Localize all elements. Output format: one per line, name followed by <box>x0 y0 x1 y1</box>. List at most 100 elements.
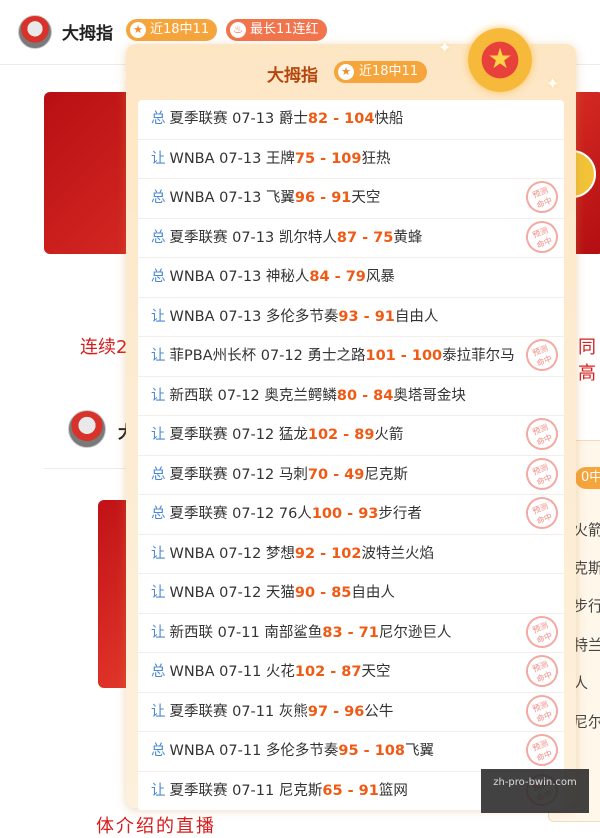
watermark: zh-pro-bwin.com <box>481 769 589 813</box>
score: 83 - 71 <box>322 624 379 641</box>
away-team: 自由人 <box>394 308 439 325</box>
score: 75 - 109 <box>294 150 362 167</box>
prediction-row[interactable]: 总 WNBA 07-13 神秘人84 - 79风暴 <box>138 258 564 298</box>
prediction-row[interactable]: 总夏季联赛 07-13 凯尔特人87 - 75黄蜂 预测 命中 <box>138 215 564 258</box>
hit-stamp-icon: 预测命中 <box>521 492 563 534</box>
league: 新西联 <box>169 624 214 641</box>
prediction-row[interactable]: 总 WNBA 07-11 多伦多节奏95 - 108飞翼 预测 命中 <box>138 729 564 772</box>
hit-stamp-icon: 预测命中 <box>521 610 563 653</box>
prediction-row[interactable]: 让 WNBA 07-13 王牌75 - 109狂热 <box>138 140 564 179</box>
score: 82 - 104 <box>307 111 375 127</box>
prediction-row[interactable]: 让 WNBA 07-13 多伦多节奏93 - 91自由人 <box>138 298 564 337</box>
prediction-row[interactable]: 总夏季联赛 07-12 76人100 - 93步行者 预测 命中 <box>138 492 564 535</box>
prediction-row[interactable]: 总 WNBA 07-13 飞翼96 - 91天空 预测 命中 <box>138 176 564 219</box>
league: WNBA <box>169 150 215 167</box>
home-team: 飞翼 <box>265 190 295 206</box>
home-team: 火花 <box>265 664 295 680</box>
prediction-row[interactable]: 让新西联 07-11 南部鲨鱼83 - 71尼尔逊巨人 预测 命中 <box>138 610 564 653</box>
prediction-row[interactable]: 总夏季联赛 07-12 马刺70 - 49尼克斯 预测 命中 <box>138 452 564 495</box>
league: WNBA <box>169 269 215 285</box>
score: 102 - 87 <box>294 664 362 680</box>
home-team: 南部鲨鱼 <box>264 624 323 641</box>
match-date: 07-13 <box>232 111 275 127</box>
away-team: 公牛 <box>364 703 394 720</box>
home-team: 梦想 <box>265 545 295 562</box>
bet-type: 让 <box>151 782 166 799</box>
bet-type: 让 <box>151 585 166 601</box>
prediction-row[interactable]: 让夏季联赛 07-11 灰熊97 - 96公牛 预测 命中 <box>138 689 564 732</box>
hit-stamp-icon: 预测命中 <box>521 176 563 218</box>
home-team: 多伦多节奏 <box>265 743 339 759</box>
away-team: 快船 <box>374 111 404 127</box>
hit-stamp-icon: 预测命中 <box>521 650 563 692</box>
league: WNBA <box>169 308 215 325</box>
home-team: 天猫 <box>265 585 295 601</box>
home-team: 凯尔特人 <box>278 229 337 246</box>
hit-stamp-icon: 预测命中 <box>521 729 563 771</box>
score: 101 - 100 <box>365 348 443 364</box>
home-team: 尼克斯 <box>278 782 323 799</box>
popup-hit-rate-badge: ★ 近18中11 <box>334 61 428 83</box>
bet-type: 总 <box>151 111 166 127</box>
hit-stamp-icon: 预测命中 <box>521 334 563 376</box>
prediction-row[interactable]: 让新西联 07-12 奥克兰鳄鳞80 - 84奥塔哥金块 <box>138 377 564 416</box>
away-team: 风暴 <box>365 269 395 285</box>
home-team: 76人 <box>278 506 312 522</box>
match-date: 07-11 <box>219 743 262 759</box>
article-headline-fragment-bottom[interactable]: 体介绍的直播 <box>96 812 216 838</box>
league: 菲PBA州长杯 <box>169 348 257 364</box>
record-fragment: 尼尔 <box>573 713 600 731</box>
home-team: 奥克兰鳄鳞 <box>264 387 337 404</box>
match-date: 07-12 <box>260 348 303 364</box>
avatar[interactable] <box>18 15 52 49</box>
match-date: 07-12 <box>219 585 262 601</box>
score: 87 - 75 <box>336 229 394 246</box>
score: 97 - 96 <box>307 703 365 720</box>
home-team: 马刺 <box>278 466 308 483</box>
league: 夏季联赛 <box>169 466 228 483</box>
prediction-row[interactable]: 让 WNBA 07-12 天猫90 - 85自由人 <box>138 574 564 614</box>
match-date: 07-11 <box>232 703 275 720</box>
prediction-row[interactable]: 让 WNBA 07-12 梦想92 - 102波特兰火焰 <box>138 535 564 574</box>
league: WNBA <box>169 743 215 759</box>
score: 84 - 79 <box>309 269 366 285</box>
expert-name[interactable]: 大拇指 <box>62 19 113 44</box>
away-team: 尼尔逊巨人 <box>378 624 452 641</box>
home-team: 王牌 <box>265 150 295 167</box>
bet-type: 总 <box>151 743 166 759</box>
article-headline-fragment-right[interactable]: 同高 <box>578 333 600 385</box>
bet-type: 总 <box>151 664 166 680</box>
league: WNBA <box>169 664 215 680</box>
thumb-icon: ★ <box>130 22 146 38</box>
watermark-url: zh-pro-bwin.com <box>493 777 577 788</box>
hit-rate-badge[interactable]: ★ 近18中11 <box>126 19 218 41</box>
prediction-row[interactable]: 总 WNBA 07-11 火花102 - 87天空 预测 命中 <box>138 650 564 693</box>
match-date: 07-12 <box>232 506 275 522</box>
bet-type: 总 <box>151 466 166 483</box>
article-headline-fragment[interactable]: 连续2 <box>80 333 127 359</box>
away-team: 飞翼 <box>404 743 434 759</box>
score: 102 - 89 <box>307 427 375 443</box>
home-team: 勇士之路 <box>307 348 366 364</box>
popup-hit-rate-text: 近18中11 <box>359 64 419 79</box>
prediction-row[interactable]: 总夏季联赛 07-13 爵士82 - 104快船 <box>138 100 564 140</box>
prediction-row[interactable]: 让菲PBA州长杯 07-12 勇士之路101 - 100泰拉菲尔马 预测 命中 <box>138 334 564 377</box>
score: 80 - 84 <box>336 387 394 404</box>
league: 夏季联赛 <box>169 229 228 246</box>
medal-icon: ★ <box>468 28 532 92</box>
score: 96 - 91 <box>294 190 352 206</box>
streak-text: 最长11连红 <box>250 22 319 37</box>
league: WNBA <box>169 190 215 206</box>
bet-type: 让 <box>151 545 166 562</box>
record-popup: ✦ ✦ ★ 大拇指 ★ 近18中11 总夏季联赛 07-13 爵士82 - 10… <box>126 28 576 811</box>
match-date: 07-13 <box>219 308 262 325</box>
away-team: 狂热 <box>361 150 391 167</box>
bet-type: 让 <box>151 308 166 325</box>
prediction-row[interactable]: 让夏季联赛 07-12 猛龙102 - 89火箭 预测 命中 <box>138 413 564 456</box>
home-team: 神秘人 <box>265 269 310 285</box>
away-team: 篮网 <box>378 782 408 799</box>
bet-type: 让 <box>151 703 166 720</box>
match-date: 07-12 <box>217 387 260 404</box>
avatar-2[interactable] <box>68 410 106 448</box>
match-date: 07-11 <box>219 664 262 680</box>
